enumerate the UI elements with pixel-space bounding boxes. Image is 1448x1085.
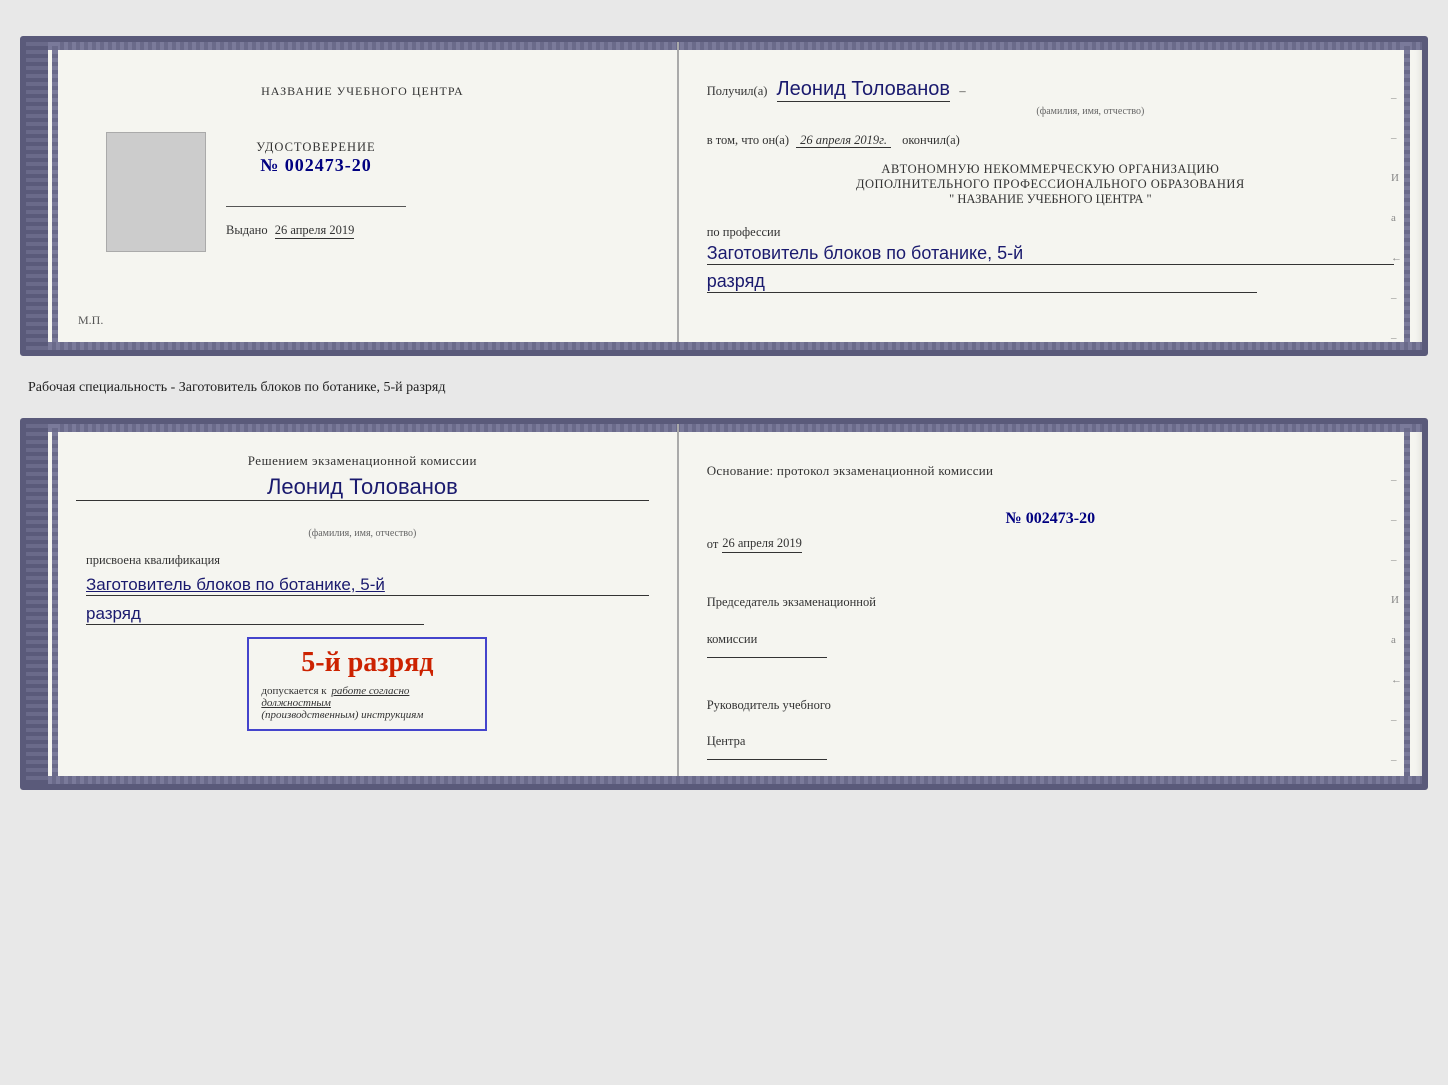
doc2-decision-text: Решением экзаменационной комиссии <box>248 453 477 468</box>
page-wrapper: НАЗВАНИЕ УЧЕБНОГО ЦЕНТРА УДОСТОВЕРЕНИЕ №… <box>20 20 1428 806</box>
photo-placeholder <box>106 132 206 252</box>
doc2-left: Решением экзаменационной комиссии Леонид… <box>48 424 679 784</box>
doc1-received-label: Получил(а) <box>707 84 768 98</box>
doc1-issued-date: 26 апреля 2019 <box>275 223 355 239</box>
doc2-razryad-value: разряд <box>86 604 424 625</box>
doc-card-2: Решением экзаменационной комиссии Леонид… <box>20 418 1428 790</box>
doc2-decision-block: Решением экзаменационной комиссии Леонид… <box>76 452 649 541</box>
doc-spine-1 <box>26 42 48 350</box>
doc2-chairman-block: Председатель экзаменационной комиссии <box>707 575 1394 658</box>
doc2-director-block: Руководитель учебного Центра <box>707 678 1394 761</box>
separator-label: Рабочая специальность - Заготовитель бло… <box>20 374 1428 400</box>
doc1-center-title: НАЗВАНИЕ УЧЕБНОГО ЦЕНТРА <box>261 84 464 98</box>
doc1-issued-label: Выдано <box>226 223 268 237</box>
doc2-grade-allows: допускается к работе согласно должностны… <box>261 685 473 709</box>
doc2-director-label2: Центра <box>707 732 1394 751</box>
doc1-razryad-value: разряд <box>707 271 1257 293</box>
doc1-confirm-date: 26 апреля 2019г. <box>796 133 891 148</box>
doc1-confirm-text: в том, что он(а) <box>707 133 789 147</box>
doc2-grade-number: 5-й разряд <box>261 647 473 679</box>
doc1-confirm-end: окончил(а) <box>902 133 960 147</box>
doc1-right: Получил(а) Леонид Толованов – (фамилия, … <box>679 42 1422 350</box>
doc1-photo-row: УДОСТОВЕРЕНИЕ № 002473-20 Выдано 26 апре… <box>76 114 649 252</box>
doc1-cert-number: № 002473-20 <box>260 155 372 176</box>
doc1-profession-block: по профессии Заготовитель блоков по бота… <box>707 223 1394 293</box>
doc2-chairman-label: Председатель экзаменационной <box>707 593 1394 612</box>
doc1-right-deco: – – И а ← – – – – <box>1391 92 1402 356</box>
separator-text: Рабочая специальность - Заготовитель бло… <box>28 374 445 401</box>
doc1-recipient-name: Леонид Толованов <box>777 78 951 102</box>
doc2-allows-label: допускается к <box>261 685 326 697</box>
doc2-date-row: от 26 апреля 2019 <box>707 536 1394 553</box>
doc2-chairman-label2: комиссии <box>707 630 1394 649</box>
doc2-director-label: Руководитель учебного <box>707 696 1394 715</box>
doc1-org-block: АВТОНОМНУЮ НЕКОММЕРЧЕСКУЮ ОРГАНИЗАЦИЮ ДО… <box>707 162 1394 207</box>
doc2-date-value: 26 апреля 2019 <box>722 536 802 553</box>
doc1-profession-value: Заготовитель блоков по ботанике, 5-й <box>707 243 1394 265</box>
doc1-mp: М.П. <box>78 313 103 328</box>
doc2-name-hw: Леонид Толованов <box>76 474 649 501</box>
doc2-date-prefix: от <box>707 537 719 552</box>
doc1-cert-block: УДОСТОВЕРЕНИЕ № 002473-20 <box>226 140 406 176</box>
doc2-allows-instructions: (производственным) инструкциям <box>261 709 473 721</box>
doc2-name-subtext: (фамилия, имя, отчество) <box>308 528 416 539</box>
doc1-org-line2: ДОПОЛНИТЕЛЬНОГО ПРОФЕССИОНАЛЬНОГО ОБРАЗО… <box>707 177 1394 192</box>
doc2-protocol-block: № 002473-20 <box>707 494 1394 528</box>
doc2-grade-box: 5-й разряд допускается к работе согласно… <box>247 637 487 731</box>
doc1-name-subtext: (фамилия, имя, отчество) <box>1036 106 1144 117</box>
doc2-right-deco: – – – И а ← – – – <box>1391 474 1402 790</box>
doc2-assigned-text: присвоена квалификация <box>86 553 220 567</box>
doc1-confirm-row: в том, что он(а) 26 апреля 2019г. окончи… <box>707 133 1394 148</box>
doc1-org-line3: " НАЗВАНИЕ УЧЕБНОГО ЦЕНТРА " <box>707 192 1394 207</box>
doc1-profession-label: по профессии <box>707 225 781 239</box>
doc-spine-2 <box>26 424 48 784</box>
doc1-left: НАЗВАНИЕ УЧЕБНОГО ЦЕНТРА УДОСТОВЕРЕНИЕ №… <box>48 42 679 350</box>
doc1-org-line1: АВТОНОМНУЮ НЕКОММЕРЧЕСКУЮ ОРГАНИЗАЦИЮ <box>707 162 1394 177</box>
doc-card-1: НАЗВАНИЕ УЧЕБНОГО ЦЕНТРА УДОСТОВЕРЕНИЕ №… <box>20 36 1428 356</box>
doc1-cert-title: УДОСТОВЕРЕНИЕ <box>256 140 375 155</box>
doc2-basis-text: Основание: протокол экзаменационной коми… <box>707 463 994 478</box>
doc2-assigned-block: присвоена квалификация Заготовитель блок… <box>76 551 649 625</box>
doc2-protocol-number: № 002473-20 <box>707 510 1394 528</box>
doc2-director-sig-line <box>707 759 827 760</box>
doc1-received-row: Получил(а) Леонид Толованов – <box>707 78 1394 101</box>
doc2-basis-block: Основание: протокол экзаменационной коми… <box>707 462 1394 480</box>
doc2-chairman-sig-line <box>707 657 827 658</box>
doc2-right: Основание: протокол экзаменационной коми… <box>679 424 1422 784</box>
doc2-qual-value: Заготовитель блоков по ботанике, 5-й <box>86 575 649 596</box>
